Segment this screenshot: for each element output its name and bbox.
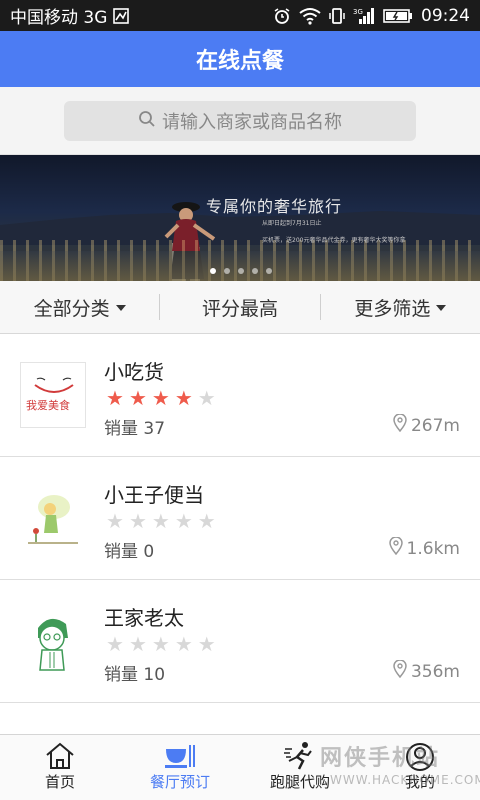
battery-icon [383,8,413,24]
tab-home[interactable]: 首页 [0,735,120,800]
star-empty-icon: ★ [128,632,147,656]
distance: 267m [393,413,460,437]
promo-banner[interactable]: 专属你的奢华旅行 从即日起到7月31日止 买机票，送200元奢华品代金券，更有奢… [0,155,480,281]
chevron-down-icon [115,305,126,311]
home-icon [44,741,76,775]
filter-label: 更多筛选 [354,297,431,320]
filter-top-rated[interactable]: 评分最高 [160,281,319,333]
star-empty-icon: ★ [197,509,216,533]
search-area: 请输入商家或商品名称 [0,87,480,155]
filter-all-categories[interactable]: 全部分类 [0,281,159,333]
wifi-icon [299,7,321,25]
signal-icon: 3G [353,7,375,25]
filter-label: 全部分类 [33,297,110,320]
restaurant-row[interactable]: 我爱美食 小吃货 ★ ★ ★ ★ ★ 销量 37 267m [0,334,480,457]
restaurant-row[interactable]: 王家老太 ★ ★ ★ ★ ★ 销量 10 356m [0,580,480,703]
banner-subline: 从即日起到7月31日止 [262,220,322,227]
banner-dot[interactable] [238,268,244,274]
distance-value: 356m [410,661,460,682]
restaurant-name: 王家老太 [104,606,184,630]
runner-icon [283,741,317,775]
restaurant-name: 小吃货 [104,360,164,384]
restaurant-logo: 我爱美食 [20,362,86,428]
search-placeholder: 请输入商家或商品名称 [162,112,342,133]
svg-text:3G: 3G [353,8,363,16]
chevron-down-icon [436,305,447,311]
banner-dot[interactable] [266,268,272,274]
star-empty-icon: ★ [197,386,216,410]
watermark-url: WWW.HACKHOME.COM [330,773,480,787]
distance: 356m [393,659,460,683]
dining-icon [162,741,198,775]
banner-dot[interactable] [224,268,230,274]
star-filled-icon: ★ [128,386,147,410]
watermark: 网侠手机站 [320,746,441,771]
star-empty-icon: ★ [106,632,124,656]
banner-pagination [210,268,272,274]
rating-stars: ★ ★ ★ ★ ★ [106,511,216,531]
banner-ground [0,251,480,281]
distance-value: 267m [410,415,460,436]
banner-dot[interactable] [252,268,258,274]
restaurant-logo [20,608,86,674]
restaurant-list: 我爱美食 小吃货 ★ ★ ★ ★ ★ 销量 37 267m 小王子便当 ★ ★ ★ ★ ★ [0,334,480,734]
rating-stars: ★ ★ ★ ★ ★ [106,388,216,408]
banner-subline-2: 买机票，送200元奢华品代金券，更有奢华大奖等你拿 [262,237,406,244]
sales-count: 销量 37 [104,419,166,439]
clock: 09:24 [421,5,470,26]
filter-more[interactable]: 更多筛选 [321,281,480,333]
sales-count: 销量 0 [104,542,155,562]
star-filled-icon: ★ [174,386,193,410]
filter-label: 评分最高 [202,297,279,320]
banner-tagline: 专属你的奢华旅行 [206,197,343,216]
restaurant-logo [20,485,86,551]
sales-count: 销量 10 [104,665,166,685]
page-title: 在线点餐 [195,49,284,74]
restaurant-row[interactable]: 小王子便当 ★ ★ ★ ★ ★ 销量 0 1.6km [0,457,480,580]
rating-stars: ★ ★ ★ ★ ★ [106,634,216,654]
restaurant-name: 小王子便当 [104,483,204,507]
carrier-label: 中国移动 3G [10,8,108,28]
star-empty-icon: ★ [128,509,147,533]
distance: 1.6km [388,536,460,560]
location-pin-icon [393,659,407,683]
star-empty-icon: ★ [151,509,170,533]
logo-text: 我爱美食 [26,398,70,412]
app-header: 在线点餐 [0,31,480,87]
search-input[interactable]: 请输入商家或商品名称 [64,101,416,141]
search-icon [138,110,156,133]
banner-dot[interactable] [210,268,216,274]
vibrate-icon [329,7,345,25]
location-pin-icon [393,413,407,437]
star-empty-icon: ★ [197,632,216,656]
status-bar: 中国移动 3G 3G 09:24 [0,0,480,31]
star-empty-icon: ★ [174,632,193,656]
star-filled-icon: ★ [151,386,170,410]
star-empty-icon: ★ [151,632,170,656]
filter-bar: 全部分类 评分最高 更多筛选 [0,281,480,334]
restaurant-row[interactable] [0,703,480,734]
alarm-icon [273,7,291,25]
distance-value: 1.6km [406,538,460,559]
star-empty-icon: ★ [174,509,193,533]
star-filled-icon: ★ [106,386,124,410]
sim-card-icon [113,7,130,24]
location-pin-icon [388,536,403,560]
star-empty-icon: ★ [106,509,124,533]
tab-restaurant-booking[interactable]: 餐厅预订 [120,735,240,800]
